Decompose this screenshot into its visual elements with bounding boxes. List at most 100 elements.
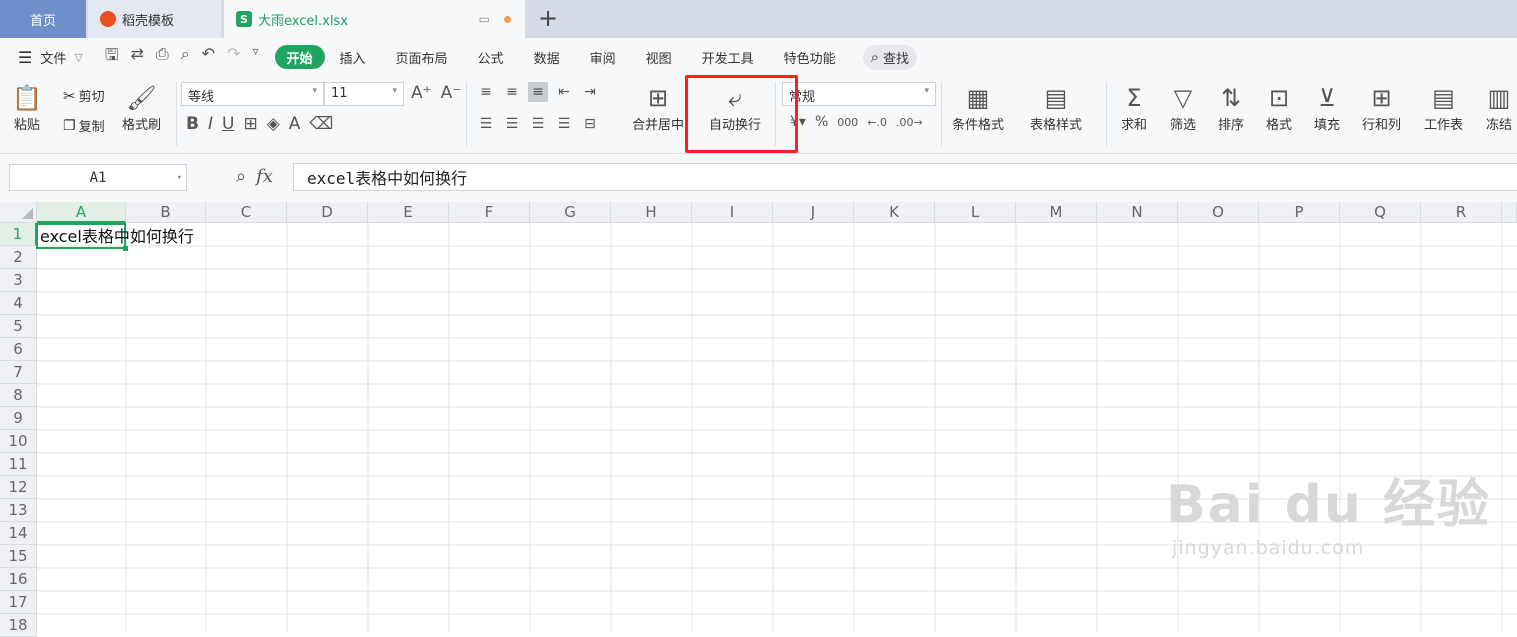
print-preview-icon[interactable]: ⌕	[181, 44, 190, 71]
wrap-text-highlight-box	[685, 75, 798, 153]
align-right-icon[interactable]: ☰	[528, 114, 548, 134]
name-box-value: A1	[89, 169, 107, 186]
cell-a1-text: excel表格中如何换行	[40, 227, 194, 246]
align-center-icon[interactable]: ☰	[502, 114, 522, 134]
tab-insert[interactable]: 插入	[325, 45, 381, 69]
table-style-button[interactable]: ▤ 表格样式	[1030, 82, 1082, 133]
copy-button[interactable]: ❐ 复制	[63, 116, 105, 136]
hamburger-icon[interactable]: ☰	[18, 48, 32, 67]
file-menu[interactable]: 文件	[40, 48, 66, 67]
spreadsheet-grid[interactable]: A B C D E F G H I J K L M N O P Q R 1 2 3 4 5 6 7 8 9 10 11 12 13 14 15 1…	[0, 202, 1517, 637]
more-icon[interactable]: ▿	[252, 44, 258, 71]
spreadsheet-icon: S	[236, 11, 252, 27]
row-col-label: 行和列	[1362, 118, 1402, 133]
filter-label: 筛选	[1170, 118, 1197, 133]
tab-review[interactable]: 审阅	[575, 45, 631, 69]
export-icon[interactable]: ⇄	[130, 44, 143, 71]
row-col-button[interactable]: ⊞ 行和列	[1362, 82, 1401, 133]
tab-template[interactable]: 稻壳模板	[88, 0, 221, 38]
fill-label: 填充	[1314, 118, 1341, 133]
font-name-value: 等线	[188, 90, 215, 105]
save-icon[interactable]: 🖫	[105, 44, 119, 71]
tab-features[interactable]: 特色功能	[769, 45, 851, 69]
indent-increase-icon[interactable]: ⇥	[580, 82, 600, 102]
ribbon-divider	[1106, 82, 1107, 146]
undo-icon[interactable]: ↶	[202, 44, 215, 71]
zoom-icon[interactable]: ⌕	[236, 166, 246, 187]
increase-font-icon[interactable]: A⁺	[411, 83, 432, 103]
format-icon: ⊡	[1268, 84, 1290, 112]
filter-icon: ▽	[1173, 84, 1193, 112]
tab-start[interactable]: 开始	[274, 45, 325, 69]
align-left-icon[interactable]: ☰	[476, 114, 496, 134]
chevron-down-icon: ▾	[924, 86, 929, 96]
decrease-decimal-icon[interactable]: .00→	[896, 116, 923, 129]
print-icon[interactable]: ⎙	[156, 44, 169, 71]
monitor-icon[interactable]: ▭	[479, 12, 490, 26]
italic-icon[interactable]: I	[208, 114, 213, 134]
indent-decrease-icon[interactable]: ⇤	[554, 82, 574, 102]
increase-decimal-icon[interactable]: ←.0	[867, 116, 887, 129]
search-button[interactable]: ⌕ 查找	[862, 44, 918, 70]
bold-icon[interactable]: B	[186, 114, 199, 134]
distributed-icon[interactable]: ⊟	[580, 114, 600, 134]
copy-icon: ❐	[63, 117, 76, 134]
title-bar: 首页 稻壳模板 S 大雨excel.xlsx ▭ +	[0, 0, 1517, 38]
table-style-label: 表格样式	[1030, 118, 1083, 133]
align-middle-icon[interactable]: ≡	[502, 82, 522, 102]
brush-icon: 🖌	[126, 84, 157, 112]
scissors-icon: ✂	[63, 86, 76, 105]
decrease-font-icon[interactable]: A⁻	[441, 83, 462, 103]
format-painter-label: 格式刷	[122, 118, 162, 133]
align-top-icon[interactable]: ≡	[476, 82, 496, 102]
sum-label: 求和	[1121, 118, 1148, 133]
tab-formula[interactable]: 公式	[463, 45, 519, 69]
search-label: 查找	[883, 51, 910, 67]
worksheet-label: 工作表	[1424, 118, 1464, 133]
tab-developer[interactable]: 开发工具	[687, 45, 769, 69]
font-color-icon[interactable]: A	[289, 114, 301, 134]
justify-icon[interactable]: ☰	[554, 114, 574, 134]
sort-button[interactable]: ⇅ 排序	[1218, 82, 1244, 133]
conditional-format-button[interactable]: ▦ 条件格式	[952, 82, 1004, 133]
fx-icon[interactable]: fx	[256, 166, 273, 187]
tab-data[interactable]: 数据	[519, 45, 575, 69]
border-icon[interactable]: ⊞	[243, 114, 257, 134]
paste-button[interactable]: 📋 粘贴	[12, 82, 42, 133]
clear-format-icon[interactable]: ⌫	[309, 114, 333, 134]
filter-button[interactable]: ▽ 筛选	[1170, 82, 1196, 133]
freeze-button[interactable]: ▥ 冻结	[1486, 82, 1512, 133]
tab-file[interactable]: S 大雨excel.xlsx ▭	[224, 0, 525, 38]
tab-home[interactable]: 首页	[0, 0, 86, 38]
number-format-select[interactable]: 常规 ▾	[782, 82, 936, 106]
chevron-down-icon: ▾	[312, 86, 317, 96]
tab-template-label: 稻壳模板	[122, 13, 175, 29]
cut-button[interactable]: ✂ 剪切	[63, 86, 105, 106]
tab-file-label: 大雨excel.xlsx	[258, 13, 348, 29]
thousands-icon[interactable]: 000	[837, 116, 858, 129]
name-box[interactable]: A1 ▾	[9, 164, 187, 191]
format-button[interactable]: ⊡ 格式	[1266, 82, 1292, 133]
chevron-down-icon: ▾	[176, 172, 182, 183]
font-name-select[interactable]: 等线 ▾	[181, 82, 324, 106]
merge-center-button[interactable]: ⊞ 合并居中	[632, 82, 684, 133]
format-painter-button[interactable]: 🖌 格式刷	[122, 82, 161, 133]
font-size-select[interactable]: 11 ▾	[324, 82, 404, 106]
tab-view[interactable]: 视图	[631, 45, 687, 69]
align-bottom-icon[interactable]: ≡	[528, 82, 548, 102]
tab-page-layout[interactable]: 页面布局	[381, 45, 463, 69]
percent-icon[interactable]: %	[815, 114, 828, 130]
redo-icon[interactable]: ↷	[227, 44, 240, 71]
underline-icon[interactable]: U	[222, 114, 234, 134]
fill-button[interactable]: ⊻ 填充	[1314, 82, 1340, 133]
chevron-down-icon[interactable]: ▽	[74, 51, 82, 64]
sort-icon: ⇅	[1220, 84, 1242, 112]
formula-input[interactable]: excel表格中如何换行	[293, 163, 1517, 191]
menu-bar: ☰ 文件 ▽ 🖫 ⇄ ⎙ ⌕ ↶ ↷ ▿ 开始 插入 页面布局 公式 数据 审阅…	[0, 38, 1517, 76]
sum-button[interactable]: Σ 求和	[1121, 82, 1147, 133]
fill-color-icon[interactable]: ◈	[267, 114, 280, 134]
new-tab-button[interactable]: +	[538, 4, 558, 32]
worksheet-button[interactable]: ▤ 工作表	[1424, 82, 1463, 133]
row-col-icon: ⊞	[1371, 84, 1392, 112]
sigma-icon: Σ	[1126, 84, 1142, 112]
